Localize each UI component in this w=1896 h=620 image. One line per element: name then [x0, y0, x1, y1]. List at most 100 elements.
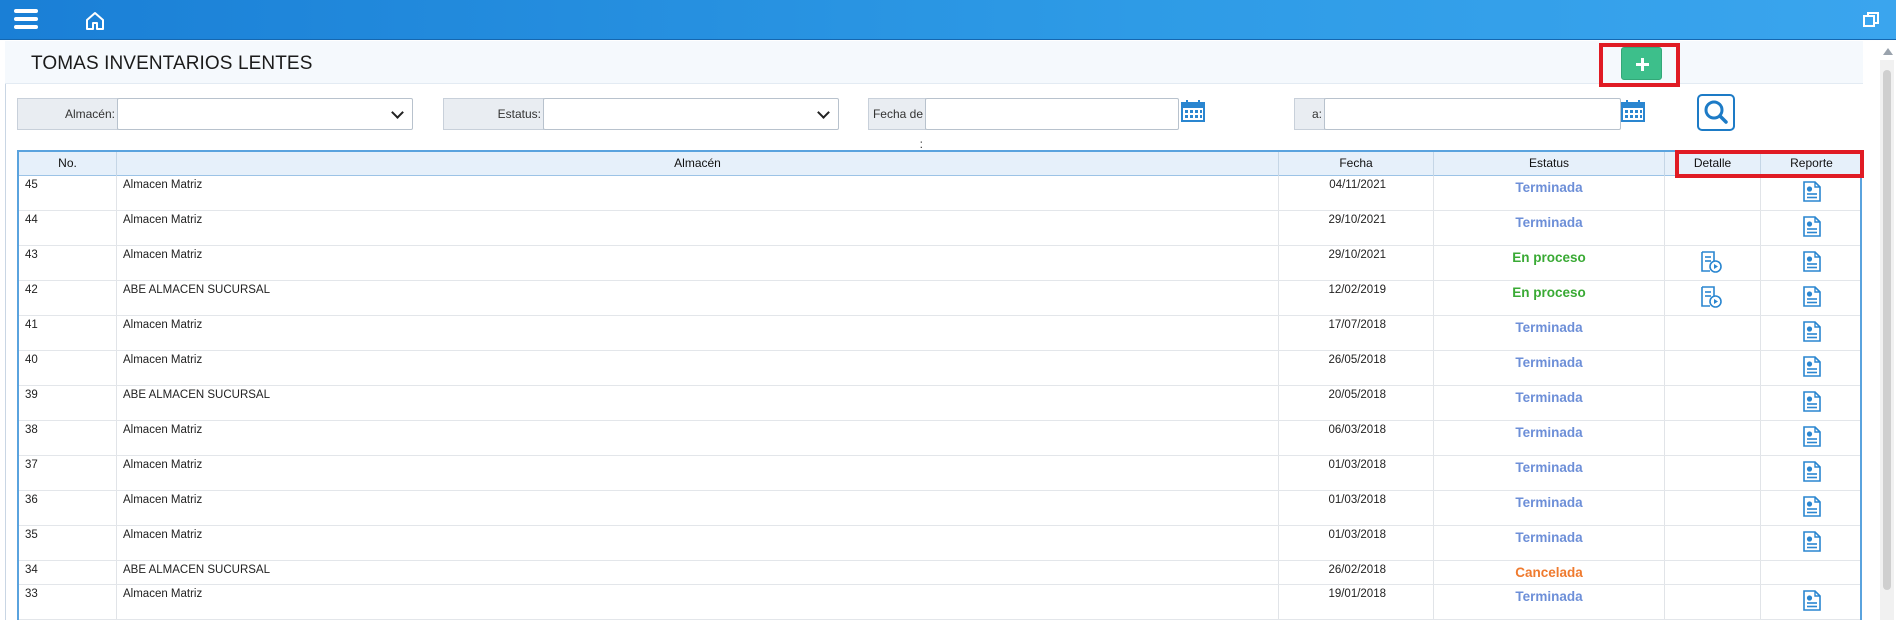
hamburger-menu-icon[interactable]: [14, 8, 38, 30]
row-reporte-cell: [1761, 246, 1860, 280]
report-document-icon[interactable]: [1803, 181, 1821, 202]
row-number: 43: [19, 246, 117, 280]
report-document-icon[interactable]: [1803, 356, 1821, 377]
report-document-icon[interactable]: [1803, 461, 1821, 482]
home-icon[interactable]: [84, 10, 106, 32]
scroll-up-arrow-icon[interactable]: [1883, 48, 1893, 55]
table-row[interactable]: 37 Almacen Matriz 01/03/2018 Terminada: [19, 456, 1860, 491]
table-row[interactable]: 40 Almacen Matriz 26/05/2018 Terminada: [19, 351, 1860, 386]
row-reporte-cell: [1761, 526, 1860, 560]
document-play-icon[interactable]: [1700, 251, 1722, 273]
fecha-de-input[interactable]: [925, 98, 1179, 130]
document-play-icon[interactable]: [1700, 286, 1722, 308]
row-fecha: 17/07/2018: [1279, 316, 1434, 350]
table-header: No. Almacén Fecha Estatus Detalle Report…: [19, 152, 1860, 176]
report-document-icon[interactable]: [1803, 321, 1821, 342]
row-number: 42: [19, 281, 117, 315]
report-document-icon[interactable]: [1803, 216, 1821, 237]
row-reporte-cell: [1761, 491, 1860, 525]
row-number: 36: [19, 491, 117, 525]
column-header-fecha[interactable]: Fecha: [1279, 152, 1434, 176]
row-almacen: ABE ALMACEN SUCURSAL: [117, 561, 1279, 584]
table-row[interactable]: 43 Almacen Matriz 29/10/2021 En proceso: [19, 246, 1860, 281]
row-reporte-cell: [1761, 211, 1860, 245]
row-almacen: Almacen Matriz: [117, 176, 1279, 210]
inventory-table: No. Almacén Fecha Estatus Detalle Report…: [17, 150, 1862, 620]
row-number: 33: [19, 585, 117, 619]
almacen-label: Almacén:: [17, 98, 118, 130]
report-document-icon[interactable]: [1803, 391, 1821, 412]
search-button[interactable]: [1697, 94, 1735, 131]
row-detalle-cell: [1665, 386, 1761, 420]
calendar-icon[interactable]: [1181, 100, 1205, 122]
column-header-estatus[interactable]: Estatus: [1434, 152, 1665, 176]
restore-window-icon[interactable]: [1862, 11, 1880, 29]
almacen-select[interactable]: [117, 98, 413, 130]
row-reporte-cell: [1761, 585, 1860, 619]
report-document-icon[interactable]: [1803, 531, 1821, 552]
fecha-de-label: Fecha de :: [868, 98, 926, 151]
row-fecha: 01/03/2018: [1279, 526, 1434, 560]
add-button[interactable]: [1621, 47, 1662, 80]
report-document-icon[interactable]: [1803, 251, 1821, 272]
report-document-icon[interactable]: [1803, 496, 1821, 517]
row-almacen: Almacen Matriz: [117, 211, 1279, 245]
row-fecha: 01/03/2018: [1279, 456, 1434, 490]
row-fecha: 19/01/2018: [1279, 585, 1434, 619]
report-document-icon[interactable]: [1803, 286, 1821, 307]
row-reporte-cell: [1761, 176, 1860, 210]
row-almacen: Almacen Matriz: [117, 316, 1279, 350]
a-label: a:: [1294, 98, 1325, 130]
row-estatus: Terminada: [1434, 491, 1665, 525]
row-detalle-cell: [1665, 211, 1761, 245]
table-row[interactable]: 38 Almacen Matriz 06/03/2018 Terminada: [19, 421, 1860, 456]
table-row[interactable]: 34 ABE ALMACEN SUCURSAL 26/02/2018 Cancelad…: [19, 561, 1860, 585]
report-document-icon[interactable]: [1803, 590, 1821, 611]
estatus-select[interactable]: [543, 98, 839, 130]
row-number: 40: [19, 351, 117, 385]
row-almacen: Almacen Matriz: [117, 456, 1279, 490]
row-reporte-cell: [1761, 561, 1860, 584]
row-estatus: Terminada: [1434, 351, 1665, 385]
top-app-bar: [0, 0, 1896, 40]
row-number: 38: [19, 421, 117, 455]
row-estatus: Terminada: [1434, 176, 1665, 210]
row-fecha: 29/10/2021: [1279, 246, 1434, 280]
row-fecha: 04/11/2021: [1279, 176, 1434, 210]
page-title: TOMAS INVENTARIOS LENTES: [31, 53, 313, 74]
table-row[interactable]: 41 Almacen Matriz 17/07/2018 Terminada: [19, 316, 1860, 351]
table-row[interactable]: 36 Almacen Matriz 01/03/2018 Terminada: [19, 491, 1860, 526]
column-header-almacen[interactable]: Almacén: [117, 152, 1279, 176]
table-row[interactable]: 35 Almacen Matriz 01/03/2018 Terminada: [19, 526, 1860, 561]
row-estatus: Terminada: [1434, 386, 1665, 420]
row-estatus: En proceso: [1434, 281, 1665, 315]
title-bar: TOMAS INVENTARIOS LENTES: [5, 41, 1863, 84]
row-detalle-cell: [1665, 456, 1761, 490]
row-almacen: Almacen Matriz: [117, 526, 1279, 560]
column-header-no[interactable]: No.: [19, 152, 117, 176]
row-estatus: En proceso: [1434, 246, 1665, 280]
row-detalle-cell: [1665, 316, 1761, 350]
table-row[interactable]: 33 Almacen Matriz 19/01/2018 Terminada: [19, 585, 1860, 620]
calendar-icon[interactable]: [1621, 100, 1645, 122]
row-fecha: 26/02/2018: [1279, 561, 1434, 584]
row-detalle-cell: [1665, 176, 1761, 210]
report-document-icon[interactable]: [1803, 426, 1821, 447]
table-row[interactable]: 42 ABE ALMACEN SUCURSAL 12/02/2019 En proce…: [19, 281, 1860, 316]
row-estatus: Terminada: [1434, 456, 1665, 490]
row-number: 44: [19, 211, 117, 245]
row-detalle-cell: [1665, 281, 1761, 315]
row-fecha: 20/05/2018: [1279, 386, 1434, 420]
chevron-down-icon: [817, 106, 830, 119]
table-row[interactable]: 45 Almacen Matriz 04/11/2021 Terminada: [19, 176, 1860, 211]
table-row[interactable]: 39 ABE ALMACEN SUCURSAL 20/05/2018 Terminad…: [19, 386, 1860, 421]
row-reporte-cell: [1761, 456, 1860, 490]
scrollbar-thumb[interactable]: [1883, 70, 1891, 590]
row-almacen: Almacen Matriz: [117, 421, 1279, 455]
row-estatus: Terminada: [1434, 421, 1665, 455]
row-number: 35: [19, 526, 117, 560]
row-estatus: Terminada: [1434, 316, 1665, 350]
a-date-input[interactable]: [1324, 98, 1621, 130]
row-number: 39: [19, 386, 117, 420]
table-row[interactable]: 44 Almacen Matriz 29/10/2021 Terminada: [19, 211, 1860, 246]
